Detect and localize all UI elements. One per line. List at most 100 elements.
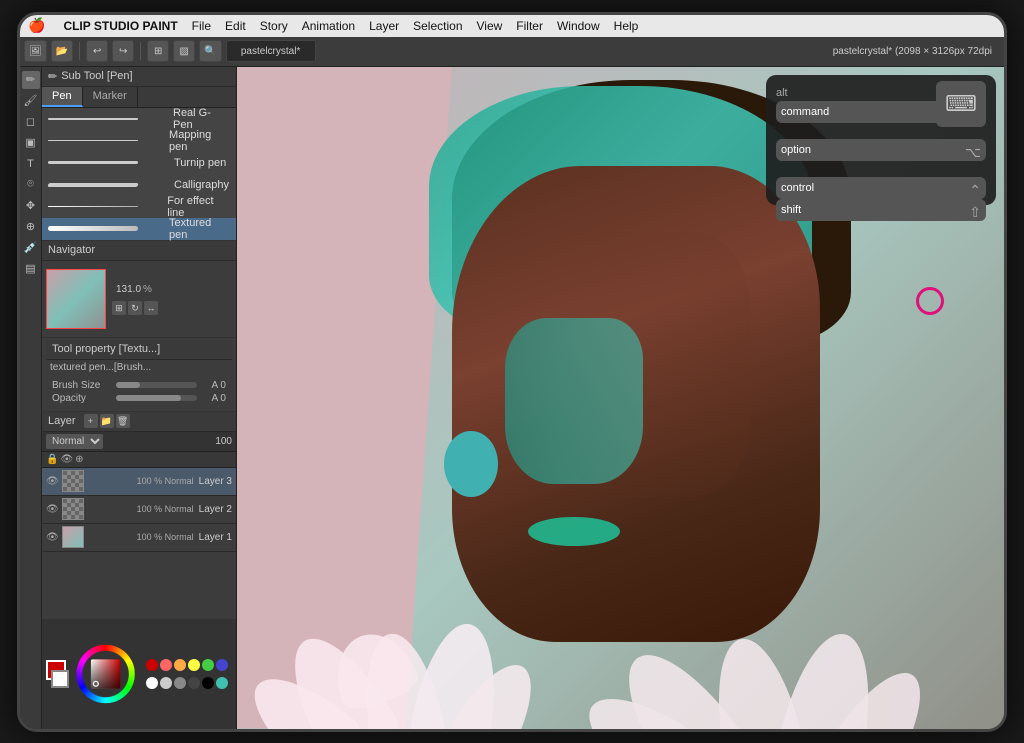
nav-rotate-btn[interactable]: ↻: [128, 301, 142, 315]
mod-key-keyboard[interactable]: ⌨: [936, 81, 986, 127]
navigator-controls: 131.0 % ⊞ ↻ ↔: [112, 282, 232, 315]
color-dot-teal[interactable]: [216, 677, 228, 689]
layer-visibility-btn-3[interactable]: 👁: [46, 476, 59, 487]
background-color[interactable]: [51, 670, 69, 688]
mod-key-shift[interactable]: shift ⇧: [776, 199, 986, 221]
toolbar-transform-button[interactable]: ⊞: [147, 40, 169, 62]
layer-opacity-value: 100: [215, 436, 232, 447]
tool-select-lasso[interactable]: ⌾: [22, 176, 40, 194]
brush-size-slider[interactable]: [116, 382, 197, 388]
toolbar-redo-button[interactable]: ↪: [112, 40, 134, 62]
tab-marker[interactable]: Marker: [83, 87, 138, 107]
toolbar-filename: pastelcrystal* (2098 × 3126px 72dpi: [833, 46, 992, 57]
toolbar-new-button[interactable]: 🖼: [24, 40, 47, 62]
canvas-area[interactable]: alt ⌨ command ⌘ option ⌥ control ⌃: [237, 67, 1004, 729]
app-name: CLIP STUDIO PAINT: [63, 19, 177, 33]
menu-layer[interactable]: Layer: [369, 19, 399, 33]
color-dot-darkgray[interactable]: [188, 677, 200, 689]
subtool-header: ✏ Sub Tool [Pen]: [42, 67, 236, 87]
toolbar-undo-button[interactable]: ↩: [86, 40, 108, 62]
layer-blend-header: Normal 100: [42, 432, 236, 452]
layer-opacity-3: 100 % Normal: [137, 476, 194, 486]
color-dot-yellow[interactable]: [188, 659, 200, 671]
tool-effect-line[interactable]: For effect line: [42, 196, 236, 218]
color-dot-pink[interactable]: [160, 659, 172, 671]
menu-view[interactable]: View: [477, 19, 503, 33]
layer-delete-btn[interactable]: 🗑: [116, 414, 130, 428]
layer-folder-btn[interactable]: 📁: [100, 414, 114, 428]
tool-eraser[interactable]: ◻: [22, 113, 40, 131]
mod-key-control[interactable]: control ⌃: [776, 177, 986, 199]
tool-brush[interactable]: 🖌: [22, 92, 40, 110]
tool-textured-pen[interactable]: Textured pen: [42, 218, 236, 240]
toolbar-tab[interactable]: pastelcrystal*: [226, 40, 316, 62]
fg-bg-color-swatches[interactable]: [46, 660, 69, 688]
toolbar-zoom-button[interactable]: 🔍: [199, 40, 221, 62]
tool-property-title: Tool property [Textu...]: [52, 343, 160, 355]
tool-mapping-pen[interactable]: Mapping pen: [42, 130, 236, 152]
layer-merge-icon[interactable]: ⊕: [75, 454, 83, 465]
subtool-tabs: Pen Marker: [42, 87, 236, 108]
layer-new-btn[interactable]: +: [84, 414, 98, 428]
tool-real-g-pen[interactable]: Real G-Pen: [42, 108, 236, 130]
menu-edit[interactable]: Edit: [225, 19, 246, 33]
nav-flip-btn[interactable]: ↔: [144, 301, 158, 315]
color-dot-green[interactable]: [202, 659, 214, 671]
layer-mode-select[interactable]: Normal: [46, 434, 103, 449]
nav-fit-btn[interactable]: ⊞: [112, 301, 126, 315]
color-wheel[interactable]: [73, 634, 138, 714]
tool-stroke-real-g-pen: [48, 114, 167, 124]
menu-bar: 🍎 CLIP STUDIO PAINT File Edit Story Anim…: [20, 15, 1004, 37]
navigator-title: Navigator: [48, 244, 95, 256]
tool-gradient[interactable]: ▤: [22, 260, 40, 278]
menu-selection[interactable]: Selection: [413, 19, 462, 33]
layer-lock-icon[interactable]: 🔒: [46, 454, 58, 465]
tab-pen[interactable]: Pen: [42, 87, 83, 107]
layer-visibility-btn-1[interactable]: 👁: [46, 532, 59, 543]
color-dot-blue[interactable]: [216, 659, 228, 671]
tool-name-calligraphy: Calligraphy: [174, 179, 229, 191]
tool-fill[interactable]: ▣: [22, 134, 40, 152]
menu-story[interactable]: Story: [260, 19, 288, 33]
color-dot-orange[interactable]: [174, 659, 186, 671]
menu-filter[interactable]: Filter: [516, 19, 543, 33]
toolbar-select-button[interactable]: ▧: [173, 40, 195, 62]
menu-file[interactable]: File: [192, 19, 211, 33]
color-dot-red[interactable]: [146, 659, 158, 671]
mod-key-option-label: option: [781, 144, 811, 156]
color-dot-white[interactable]: [146, 677, 158, 689]
layer-visibility-btn-2[interactable]: 👁: [46, 504, 59, 515]
mod-key-option[interactable]: option ⌥: [776, 139, 986, 161]
artwork-earring: [444, 431, 498, 497]
tool-name-turnip-pen: Turnip pen: [174, 157, 226, 169]
brush-size-row: Brush Size A 0: [52, 380, 226, 391]
tool-turnip-pen[interactable]: Turnip pen: [42, 152, 236, 174]
layer-row-2[interactable]: 👁 100 % Normal Layer 2: [42, 496, 236, 524]
brush-opacity-row: Opacity A 0: [52, 393, 226, 404]
tool-property-header: Tool property [Textu...]: [46, 340, 232, 360]
tool-move[interactable]: ✥: [22, 197, 40, 215]
tool-zoom[interactable]: ⊕: [22, 218, 40, 236]
menu-animation[interactable]: Animation: [302, 19, 355, 33]
layer-name-1: Layer 1: [199, 532, 232, 543]
tool-text[interactable]: T: [22, 155, 40, 173]
layer-row-3[interactable]: 👁 100 % Normal Layer 3: [42, 468, 236, 496]
color-history-row: [142, 657, 232, 673]
navigator-thumbnail: [46, 269, 106, 329]
layer-visibility-icon[interactable]: 👁: [60, 454, 73, 465]
color-dot-gray[interactable]: [174, 677, 186, 689]
layer-opacity-1: 100 % Normal: [137, 532, 194, 542]
color-dot-lightgray[interactable]: [160, 677, 172, 689]
toolbar-open-button[interactable]: 📂: [51, 40, 73, 62]
subtool-panel: ✏ Sub Tool [Pen] Pen Marker Real G-Pen: [42, 67, 236, 241]
apple-logo-icon[interactable]: 🍎: [28, 17, 45, 34]
tool-calligraphy[interactable]: Calligraphy: [42, 174, 236, 196]
main-area: ✏ 🖌 ◻ ▣ T ⌾ ✥ ⊕ 💉 ▤ ✏ Sub Tool [Pen] Pen…: [20, 67, 1004, 729]
tool-eyedrop[interactable]: 💉: [22, 239, 40, 257]
brush-opacity-slider[interactable]: [116, 395, 197, 401]
menu-help[interactable]: Help: [614, 19, 639, 33]
menu-window[interactable]: Window: [557, 19, 600, 33]
tool-pen[interactable]: ✏: [22, 71, 40, 89]
color-dot-black[interactable]: [202, 677, 214, 689]
layer-row-1[interactable]: 👁 100 % Normal Layer 1: [42, 524, 236, 552]
